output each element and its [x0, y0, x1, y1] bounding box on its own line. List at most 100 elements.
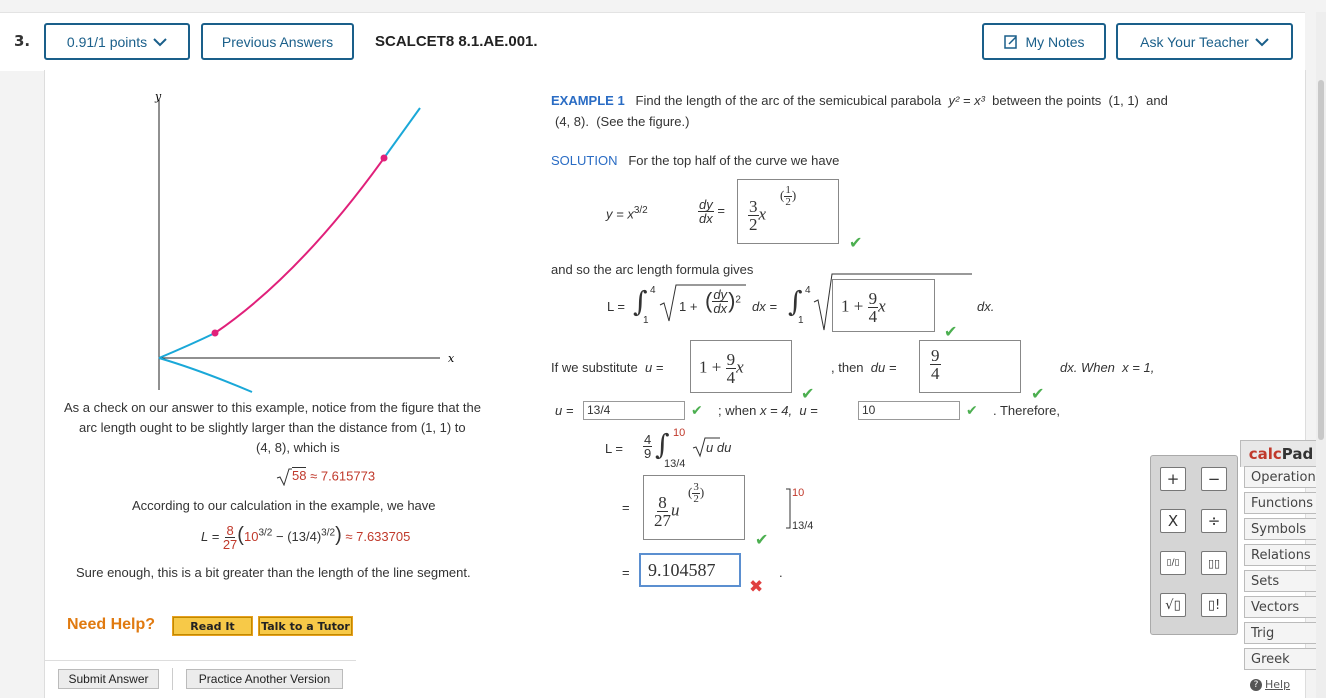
ask-teacher-button[interactable]: Ask Your Teacher	[1116, 23, 1293, 60]
lower-limit-134: 13/4	[664, 458, 686, 470]
du-num: 9	[930, 346, 941, 365]
upper-limit: 4	[650, 285, 656, 296]
L-calc-line: L = 8 27 (103/2 − (13/4)3/2) ≈ 7.633705	[201, 523, 411, 553]
example-equation: y² = x³	[948, 93, 985, 108]
need-help-label: Need Help?	[67, 616, 156, 633]
y-axis-label: y	[154, 90, 162, 103]
inner-one-plus: 1 +	[841, 296, 864, 316]
substitution-answer-box[interactable]: 1 + 94x	[690, 340, 792, 393]
times-key[interactable]: X	[1160, 509, 1186, 533]
tab-symbols[interactable]: Symbols	[1244, 518, 1320, 540]
dy-label-2: dy	[712, 287, 729, 302]
tab-functions[interactable]: Functions	[1244, 492, 1320, 514]
dx-label-2: dx	[713, 301, 728, 316]
check-which: , which is	[286, 440, 340, 455]
incorrect-x-icon: ✖	[749, 577, 764, 597]
calc-text: According to our calculation in the exam…	[132, 498, 436, 513]
example-line-1: EXAMPLE 1 Find the length of the arc of …	[551, 93, 1168, 108]
eval-lower: 13/4	[792, 520, 814, 532]
tab-greek[interactable]: Greek	[1244, 648, 1320, 670]
previous-answers-button[interactable]: Previous Answers	[201, 23, 354, 60]
integrand-answer-box[interactable]: 1 + 94x	[832, 279, 935, 332]
final-answer-input[interactable]: 9.104587	[639, 553, 741, 587]
approx-1: ≈ 7.615773	[310, 468, 376, 484]
one-plus: 1 +	[679, 299, 698, 314]
box2-den: 27	[654, 511, 671, 530]
y-equation: y = x3/2	[606, 205, 648, 221]
scrollbar-thumb[interactable]	[1318, 80, 1324, 440]
nine-den: 9	[644, 446, 652, 461]
read-it-button[interactable]: Read It	[172, 616, 253, 636]
x-equals-4: x = 4,	[759, 403, 793, 418]
sqrt-key[interactable]: √▯	[1160, 593, 1186, 617]
minus-key[interactable]: −	[1201, 467, 1227, 491]
curve-segment-lower-left	[158, 332, 216, 359]
expr-a: 10	[243, 529, 259, 544]
arc-length-text: and so the arc length formula gives	[551, 262, 754, 277]
example-line-2: (4, 8). (See the figure.)	[555, 114, 689, 129]
check-icon: ✔	[1031, 384, 1045, 403]
final-period: .	[779, 565, 783, 580]
lower-limit: 1	[643, 315, 649, 326]
approx-2: ≈ 7.633705	[345, 529, 411, 544]
plus-key[interactable]: +	[1160, 467, 1186, 491]
check-icon: ✔	[849, 233, 863, 252]
sqrt-symbol-icon	[276, 468, 292, 487]
solution-label: SOLUTION	[551, 153, 618, 168]
practice-another-button[interactable]: Practice Another Version	[186, 669, 343, 689]
four-ninths: 49	[643, 432, 653, 461]
equals-3: =	[622, 565, 630, 580]
y-eq-text: y = x	[606, 206, 634, 222]
curve-bottom-half	[158, 357, 253, 393]
dx-equals-text: dx =	[752, 299, 777, 314]
tab-vectors[interactable]: Vectors	[1244, 596, 1320, 618]
du-equals: du =	[870, 360, 897, 375]
box2-num: 8	[657, 493, 668, 512]
check-text-1: As a check on our answer to this example…	[64, 400, 481, 415]
four: 4	[868, 307, 878, 326]
talk-tutor-button[interactable]: Talk to a Tutor	[258, 616, 353, 636]
then-du: , then du =	[831, 360, 896, 375]
divide-key[interactable]: ÷	[1201, 509, 1227, 533]
example-text: Find the length of the arc of the semicu…	[635, 93, 942, 108]
check-text-2a: arc length ought to be slightly larger t…	[79, 420, 418, 435]
eval-bracket-icon	[786, 488, 791, 529]
nine-2: 9	[725, 350, 737, 369]
derivative-answer-box[interactable]: 32x (1 2)	[737, 179, 839, 244]
box2-var: u	[671, 500, 680, 520]
tab-sets[interactable]: Sets	[1244, 570, 1320, 592]
point-start	[211, 329, 219, 337]
example-text-2: between the points	[992, 93, 1102, 108]
dx-period: dx.	[977, 299, 994, 314]
factorial-key[interactable]: ▯!	[1201, 593, 1227, 617]
footer-separator	[172, 668, 173, 690]
tab-operations[interactable]: Operations	[1244, 466, 1322, 488]
tab-trig[interactable]: Trig	[1244, 622, 1320, 644]
du-answer-box[interactable]: 94	[919, 340, 1021, 393]
exponent-key[interactable]: ▯▯	[1201, 551, 1227, 575]
submit-answer-button[interactable]: Submit Answer	[58, 669, 159, 689]
u-lower-input[interactable]: 13/4	[583, 401, 685, 420]
upper-limit-2: 4	[805, 285, 811, 296]
ask-teacher-label: Ask Your Teacher	[1140, 33, 1249, 50]
calcpad-help-link[interactable]: ? Help	[1250, 678, 1290, 691]
box2-exp-den: 2	[693, 493, 699, 505]
u-equals: u =	[644, 360, 664, 375]
my-notes-button[interactable]: My Notes	[982, 23, 1106, 60]
four-2: 4	[726, 368, 736, 387]
points-label: 0.91/1 points	[66, 33, 148, 50]
integral-sign-icon: ∫	[655, 428, 670, 461]
check-p2: (4, 8)	[256, 440, 287, 455]
points-dropdown[interactable]: 0.91/1 points	[44, 23, 190, 60]
sub-text: If we substitute	[551, 360, 638, 375]
upper-limit-10: 10	[673, 427, 686, 439]
four-num: 4	[643, 432, 653, 447]
then-text: , then	[831, 360, 864, 375]
fraction-key[interactable]: ▯/▯	[1160, 551, 1186, 575]
tab-relations[interactable]: Relations	[1244, 544, 1320, 566]
my-notes-label: My Notes	[1025, 33, 1085, 50]
antiderivative-answer-box[interactable]: 8 27 u (3 2)	[643, 475, 745, 540]
deriv-exp-den: 2	[785, 196, 791, 208]
L-equals: L =	[607, 299, 625, 314]
u-upper-input[interactable]: 10	[858, 401, 960, 420]
